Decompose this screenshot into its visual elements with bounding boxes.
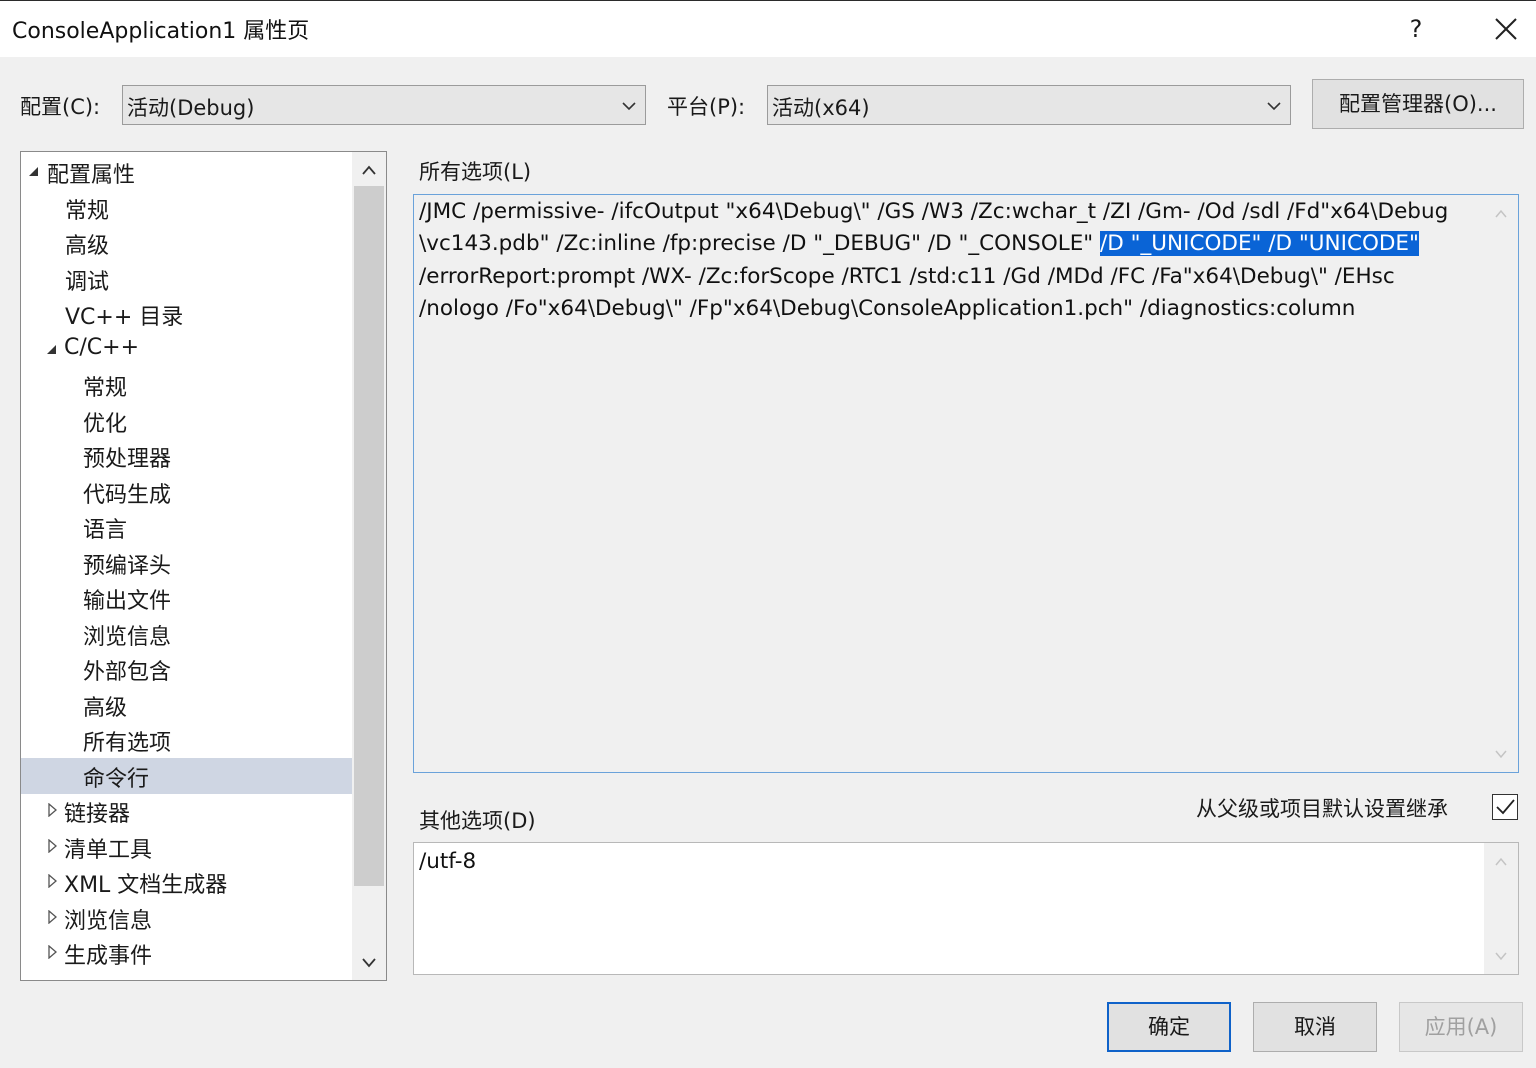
config-label: 配置(C): bbox=[20, 95, 101, 119]
tree-item-label: 常规 bbox=[83, 376, 128, 401]
config-select[interactable]: 活动(Debug) bbox=[122, 85, 646, 125]
tree-item[interactable]: 高级 bbox=[21, 687, 352, 723]
tree-item[interactable]: 浏览信息 bbox=[21, 900, 352, 936]
platform-label: 平台(P): bbox=[667, 95, 746, 119]
inherit-checkbox[interactable] bbox=[1492, 794, 1518, 820]
tree-item[interactable]: 配置属性 bbox=[21, 154, 352, 190]
tree-item-label: 命令行 bbox=[83, 766, 150, 792]
tree-item-label: 语言 bbox=[83, 518, 128, 543]
tree-item[interactable]: 预编译头 bbox=[21, 545, 352, 581]
tree-item[interactable]: 预处理器 bbox=[21, 438, 352, 474]
tree-item-label: 预处理器 bbox=[83, 447, 172, 472]
tree-item[interactable]: 代码生成 bbox=[21, 474, 352, 510]
tree-item-label: 输出文件 bbox=[83, 589, 172, 614]
tree-item[interactable]: 高级 bbox=[21, 225, 352, 261]
chevron-up-icon[interactable] bbox=[361, 164, 377, 176]
chevron-down-icon bbox=[1267, 102, 1281, 111]
inherit-label: 从父级或项目默认设置继承 bbox=[1196, 797, 1448, 821]
other-options-label: 其他选项(D) bbox=[419, 809, 536, 833]
config-manager-button[interactable]: 配置管理器(O)... bbox=[1312, 79, 1524, 129]
tree-item[interactable]: 外部包含 bbox=[21, 651, 352, 687]
tree-item[interactable]: 优化 bbox=[21, 403, 352, 439]
all-options-line-2: \vc143.pdb" /Zc:inline /fp:precise /D "_… bbox=[419, 231, 1419, 256]
tree-item[interactable]: 所有选项 bbox=[21, 722, 352, 758]
all-options-line-3: /errorReport:prompt /WX- /Zc:forScope /R… bbox=[419, 264, 1395, 289]
property-tree: 配置属性 常规 高级 调试 VC++ 目录 C/C++ 常规 优化 预处理器 代码生成 语言 预编译头… bbox=[20, 151, 387, 981]
platform-select[interactable]: 活动(x64) bbox=[767, 85, 1291, 125]
all-options-label: 所有选项(L) bbox=[419, 160, 532, 184]
collapsed-triangle-icon[interactable] bbox=[47, 838, 59, 853]
tree-item-label: XML 文档生成器 bbox=[64, 873, 228, 898]
tree-item[interactable]: 常规 bbox=[21, 190, 352, 226]
tree-item-label: 生成事件 bbox=[64, 944, 153, 969]
checkmark-icon bbox=[1496, 799, 1515, 815]
tree-item-label: C/C++ bbox=[64, 334, 140, 360]
tree-item-label: VC++ 目录 bbox=[65, 305, 184, 330]
help-button[interactable]: ? bbox=[1396, 7, 1436, 51]
tree-item[interactable]: XML 文档生成器 bbox=[21, 864, 352, 900]
chevron-down-icon[interactable] bbox=[1495, 749, 1507, 759]
tree-item-label: 高级 bbox=[65, 234, 110, 259]
all-options-scrollbar[interactable] bbox=[1484, 195, 1518, 772]
tree-item[interactable]: VC++ 目录 bbox=[21, 296, 352, 332]
tree-item-label: 外部包含 bbox=[83, 660, 172, 685]
tree-item[interactable]: 输出文件 bbox=[21, 580, 352, 616]
collapsed-triangle-icon[interactable] bbox=[47, 803, 59, 817]
tree-item[interactable]: 清单工具 bbox=[21, 829, 352, 865]
tree-item-label: 高级 bbox=[83, 695, 128, 721]
expanded-triangle-icon[interactable] bbox=[45, 342, 57, 356]
chevron-down-icon[interactable] bbox=[361, 956, 377, 968]
close-icon bbox=[1495, 18, 1517, 40]
tree-item-label: 浏览信息 bbox=[64, 908, 153, 934]
collapsed-triangle-icon[interactable] bbox=[47, 874, 59, 888]
all-options-line-4: /nologo /Fo"x64\Debug\" /Fp"x64\Debug\Co… bbox=[419, 296, 1356, 321]
apply-button[interactable]: 应用(A) bbox=[1399, 1002, 1523, 1052]
config-select-value: 活动(Debug) bbox=[127, 96, 255, 120]
tree-item[interactable]: 调试 bbox=[21, 261, 352, 297]
expanded-triangle-icon[interactable] bbox=[27, 164, 39, 178]
tree-item-label: 浏览信息 bbox=[83, 624, 172, 650]
chevron-down-icon bbox=[622, 102, 636, 111]
chevron-down-icon[interactable] bbox=[1495, 951, 1507, 961]
chevron-up-icon[interactable] bbox=[1495, 209, 1507, 219]
collapsed-triangle-icon[interactable] bbox=[47, 945, 59, 959]
close-button[interactable] bbox=[1486, 9, 1526, 49]
tree-item[interactable]: 语言 bbox=[21, 509, 352, 545]
tree-item-label: 配置属性 bbox=[47, 163, 136, 188]
other-options-textbox[interactable]: /utf-8 bbox=[413, 842, 1519, 975]
tree-item[interactable]: C/C++ bbox=[21, 332, 352, 368]
title-bar: ConsoleApplication1 属性页 ? bbox=[0, 0, 1536, 57]
tree-item-selected[interactable]: 命令行 bbox=[21, 757, 352, 794]
tree-item-label: 链接器 bbox=[64, 802, 131, 827]
tree-item[interactable]: 生成事件 bbox=[21, 935, 352, 971]
tree-item[interactable]: 浏览信息 bbox=[21, 616, 352, 652]
platform-select-value: 活动(x64) bbox=[772, 96, 870, 120]
other-options-value: /utf-8 bbox=[419, 849, 477, 874]
tree-item-label: 优化 bbox=[83, 411, 128, 437]
collapsed-triangle-icon[interactable] bbox=[47, 909, 59, 924]
tree-item[interactable]: 常规 bbox=[21, 367, 352, 403]
selected-text: /D "_UNICODE" /D "UNICODE" bbox=[1100, 231, 1419, 256]
tree-item-label: 清单工具 bbox=[64, 837, 153, 863]
tree-item[interactable]: 链接器 bbox=[21, 793, 352, 829]
tree-item-label: 常规 bbox=[65, 198, 110, 224]
ok-button[interactable]: 确定 bbox=[1107, 1002, 1231, 1052]
tree-item-label: 代码生成 bbox=[83, 482, 172, 508]
chevron-up-icon[interactable] bbox=[1495, 857, 1507, 867]
all-options-textbox[interactable]: /JMC /permissive- /ifcOutput "x64\Debug\… bbox=[413, 194, 1519, 773]
cancel-button[interactable]: 取消 bbox=[1253, 1002, 1377, 1052]
tree-item-label: 预编译头 bbox=[83, 553, 172, 579]
tree-scroll-thumb[interactable] bbox=[354, 186, 384, 886]
all-options-line-2-text: \vc143.pdb" /Zc:inline /fp:precise /D "_… bbox=[419, 231, 1101, 256]
tree-scrollbar[interactable] bbox=[352, 152, 386, 980]
tree-item-label: 所有选项 bbox=[83, 731, 172, 756]
window-title: ConsoleApplication1 属性页 bbox=[12, 19, 310, 44]
tree-item-label: 调试 bbox=[65, 269, 110, 295]
all-options-line-1: /JMC /permissive- /ifcOutput "x64\Debug\… bbox=[419, 199, 1449, 224]
other-options-scrollbar[interactable] bbox=[1484, 843, 1518, 974]
